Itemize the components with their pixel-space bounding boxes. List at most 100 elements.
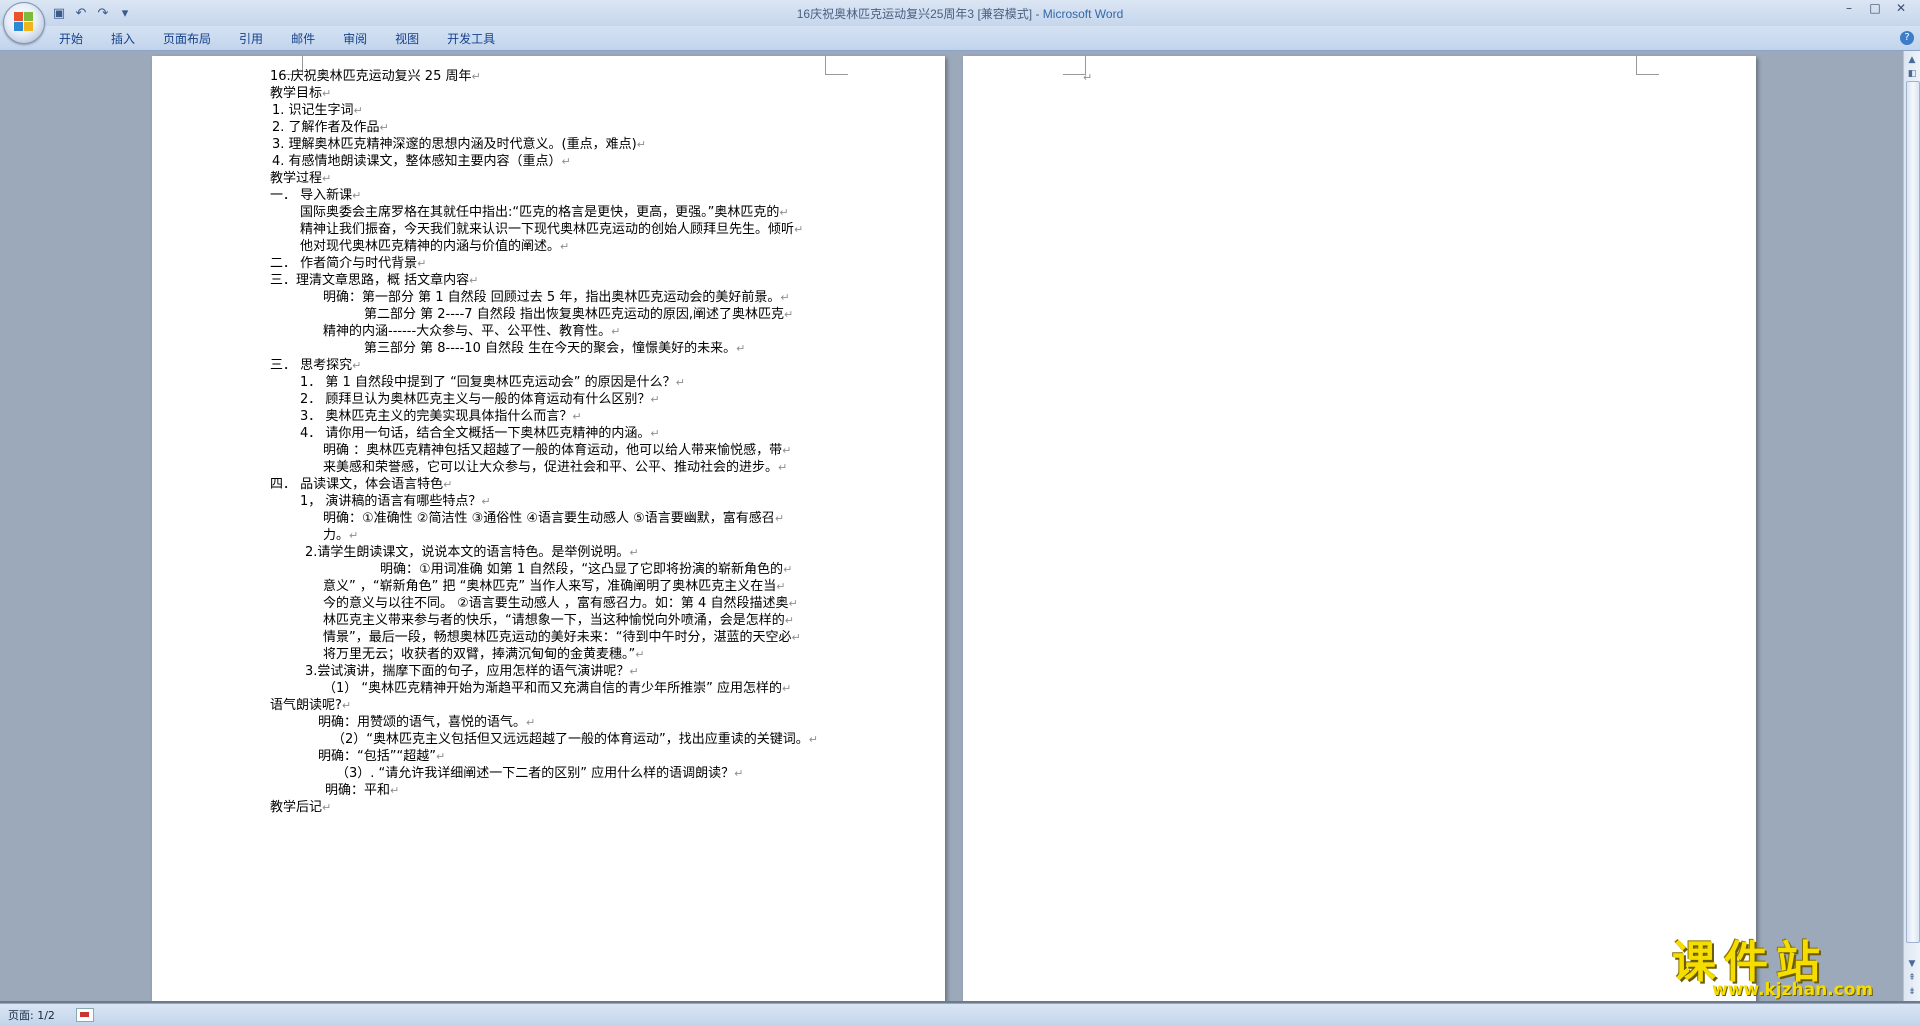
document-line: 教学后记↵ xyxy=(270,799,331,816)
line-text: 精神让我们振奋，今天我们就来认识一下现代奥林匹克运动的创始人顾拜旦先生。倾听 xyxy=(300,222,795,237)
window-controls: – □ ✕ xyxy=(1836,0,1914,18)
document-line: 明确：①用词准确 如第 1 自然段，“这凸显了它即将扮演的崭新角色的↵ xyxy=(380,561,792,578)
document-line: 一． 导入新课↵ xyxy=(270,187,361,204)
close-button[interactable]: ✕ xyxy=(1888,0,1914,18)
previous-page-icon[interactable]: ⇞ xyxy=(1905,971,1919,985)
document-line: 1， 演讲稿的语言有哪些特点？↵ xyxy=(300,493,491,510)
line-text: 第二部分 第 2----7 自然段 指出恢复奥林匹克运动的原因,阐述了奥林匹克 xyxy=(364,307,784,322)
document-line: 3． 奥林匹克主义的完美实现具体指什么而言？↵ xyxy=(300,408,582,425)
document-line: 明确 ：奥林匹克精神包括又超越了一般的体育运动，他可以给人带来愉悦感，带↵ xyxy=(323,442,791,459)
status-bar: 页面: 1/2 xyxy=(0,1003,1920,1026)
paragraph-mark: ↵ xyxy=(629,546,639,559)
paragraph-mark: ↵ xyxy=(1083,71,1093,84)
paragraph-mark: ↵ xyxy=(629,665,639,678)
line-text: 2． 顾拜旦认为奥林匹克主义与一般的体育运动有什么区别？ xyxy=(300,392,651,407)
tab-review[interactable]: 审阅 xyxy=(329,30,381,48)
paragraph-mark: ↵ xyxy=(352,359,362,372)
scroll-down-arrow-icon[interactable]: ▼ xyxy=(1905,957,1919,971)
line-text: 明确：平和 xyxy=(325,783,391,798)
paragraph-mark: ↵ xyxy=(636,138,646,151)
vertical-scrollbar[interactable]: ▲ ◧ ▼ ⇞ ⇟ xyxy=(1903,51,1920,1001)
paragraph-mark: ↵ xyxy=(783,308,794,321)
document-line: 4． 请你用一句话，结合全文概括一下奥林匹克精神的内涵。↵ xyxy=(300,425,660,442)
paragraph-mark: ↵ xyxy=(322,801,332,814)
document-line: 第二部分 第 2----7 自然段 指出恢复奥林匹克运动的原因,阐述了奥林匹克↵ xyxy=(364,306,793,323)
tab-home[interactable]: 开始 xyxy=(45,30,97,48)
line-text: 1， 演讲稿的语言有哪些特点？ xyxy=(300,494,482,509)
line-text: 明确：①用词准确 如第 1 自然段，“这凸显了它即将扮演的崭新角色的 xyxy=(380,562,784,577)
line-text: 来美感和荣誉感，它可以让大众参与，促进社会和平、公平、推动社会的进步。 xyxy=(323,460,779,475)
line-text: （2）“奥林匹克主义包括但又远远超越了一般的体育运动”，找出应重读的关键词。 xyxy=(332,732,809,747)
line-text: 今的意义与以往不同。 ②语言要生动感人 ，富有感召力。如：第 4 自然段描述奥 xyxy=(323,596,789,611)
app-name: Microsoft Word xyxy=(1042,7,1124,21)
scroll-up-arrow-icon[interactable]: ▲ xyxy=(1905,53,1919,67)
scrollbar-thumb[interactable] xyxy=(1906,81,1920,943)
document-line: 林匹克主义带来参与者的快乐，“请想象一下，当这种愉悦向外喷涌，会是怎样的↵ xyxy=(323,612,794,629)
ruler-toggle-icon[interactable]: ◧ xyxy=(1905,67,1919,81)
paragraph-mark: ↵ xyxy=(650,427,660,440)
tab-insert[interactable]: 插入 xyxy=(97,30,149,48)
paragraph-mark: ↵ xyxy=(526,716,536,729)
line-text: 教学目标 xyxy=(270,86,323,101)
document-line: （1） “奥林匹克精神开始为渐趋平和而又充满自信的青少年所推崇” 应用怎样的↵ xyxy=(323,680,791,697)
window-title: 16庆祝奥林匹克运动复兴25周年3 [兼容模式] - Microsoft Wor… xyxy=(0,5,1920,22)
paragraph-mark: ↵ xyxy=(808,733,818,746)
office-button[interactable] xyxy=(3,2,45,44)
tab-mailings[interactable]: 邮件 xyxy=(277,30,329,48)
document-line: 他对现代奥林匹克精神的内涵与价值的阐述。↵ xyxy=(300,238,569,255)
document-line: 教学过程↵ xyxy=(270,170,331,187)
paragraph-mark: ↵ xyxy=(352,189,362,202)
line-text: 三． 思考探究 xyxy=(270,358,353,373)
line-text: 2. 了解作者及作品 xyxy=(272,120,380,135)
line-text: 力。 xyxy=(323,528,350,543)
tab-developer[interactable]: 开发工具 xyxy=(433,30,509,48)
paragraph-mark: ↵ xyxy=(782,682,792,695)
document-line: 1． 第 1 自然段中提到了 “回复奥林匹克运动会” 的原因是什么？↵ xyxy=(300,374,685,391)
line-text: 教学过程 xyxy=(270,171,323,186)
line-text: 教学后记 xyxy=(270,800,323,815)
document-line: 意义” ，“崭新角色” 把 “奥林匹克” 当作人来写，准确阐明了奥林匹克主义在当… xyxy=(323,578,785,595)
paragraph-mark: ↵ xyxy=(611,325,621,338)
line-text: 明确：第一部分 第 1 自然段 回顾过去 5 年，指出奥林匹克运动会的美好前景。 xyxy=(323,290,781,305)
line-text: 精神的内涵------大众参与、平、公平性、教育性。 xyxy=(323,324,612,339)
document-line: 2.请学生朗读课文，说说本文的语言特色。是举例说明。↵ xyxy=(305,544,639,561)
paragraph-mark: ↵ xyxy=(341,699,352,712)
line-text: 1. 识记生字词 xyxy=(272,103,354,118)
line-text: 16.庆祝奥林匹克运动复兴 25 周年 xyxy=(270,69,472,84)
margin-corner-marker xyxy=(825,56,848,75)
document-page-2[interactable]: ↵ xyxy=(963,56,1756,1001)
title-separator: - xyxy=(1032,7,1043,21)
document-line: 三．理清文章思路，概 括文章内容↵ xyxy=(270,272,478,289)
page-indicator[interactable]: 页面: 1/2 xyxy=(8,1007,55,1023)
paragraph-mark: ↵ xyxy=(794,223,804,236)
ribbon-tabs: 开始 插入 页面布局 引用 邮件 审阅 视图 开发工具 xyxy=(45,30,509,48)
tab-references[interactable]: 引用 xyxy=(225,30,277,48)
document-line: 精神的内涵------大众参与、平、公平性、教育性。↵ xyxy=(323,323,620,340)
document-line: 明确：平和↵ xyxy=(325,782,399,799)
line-text: 林匹克主义带来参与者的快乐，“请想象一下，当这种愉悦向外喷涌，会是怎样的 xyxy=(323,613,785,628)
paragraph-mark: ↵ xyxy=(774,512,785,525)
language-icon[interactable] xyxy=(76,1008,94,1022)
line-text: 3.尝试演讲，揣摩下面的句子，应用怎样的语气演讲呢？ xyxy=(305,664,630,679)
document-line: 语气朗读呢?↵ xyxy=(270,697,351,714)
line-text: 一． 导入新课 xyxy=(270,188,353,203)
line-text: 1． 第 1 自然段中提到了 “回复奥林匹克运动会” 的原因是什么？ xyxy=(300,375,676,390)
maximize-button[interactable]: □ xyxy=(1862,0,1888,18)
line-text: 他对现代奥林匹克精神的内涵与价值的阐述。 xyxy=(300,239,561,254)
paragraph-mark: ↵ xyxy=(788,597,798,610)
next-page-icon[interactable]: ⇟ xyxy=(1905,985,1919,999)
document-line: 2． 顾拜旦认为奥林匹克主义与一般的体育运动有什么区别？↵ xyxy=(300,391,660,408)
paragraph-mark: ↵ xyxy=(561,155,571,168)
tab-view[interactable]: 视图 xyxy=(381,30,433,48)
document-page-1[interactable]: 16.庆祝奥林匹克运动复兴 25 周年↵ 教学目标↵ 1. 识记生字词↵ 2. 了解作… xyxy=(152,56,945,1001)
paragraph-mark: ↵ xyxy=(322,87,332,100)
line-text: 国际奥委会主席罗格在其就任中指出:“匹克的格言是更快，更高，更强。”奥林匹克的 xyxy=(300,205,780,220)
minimize-button[interactable]: – xyxy=(1836,0,1862,18)
paragraph-mark: ↵ xyxy=(379,121,389,134)
paragraph-mark: ↵ xyxy=(469,274,479,287)
document-line: （3）. “请允许我详细阐述一下二者的区别” 应用什么样的语调朗读？↵ xyxy=(336,765,743,782)
document-line: 国际奥委会主席罗格在其就任中指出:“匹克的格言是更快，更高，更强。”奥林匹克的↵ xyxy=(300,204,789,221)
tab-page-layout[interactable]: 页面布局 xyxy=(149,30,225,48)
line-text: 2.请学生朗读课文，说说本文的语言特色。是举例说明。 xyxy=(305,545,630,560)
help-icon[interactable]: ? xyxy=(1900,31,1914,45)
